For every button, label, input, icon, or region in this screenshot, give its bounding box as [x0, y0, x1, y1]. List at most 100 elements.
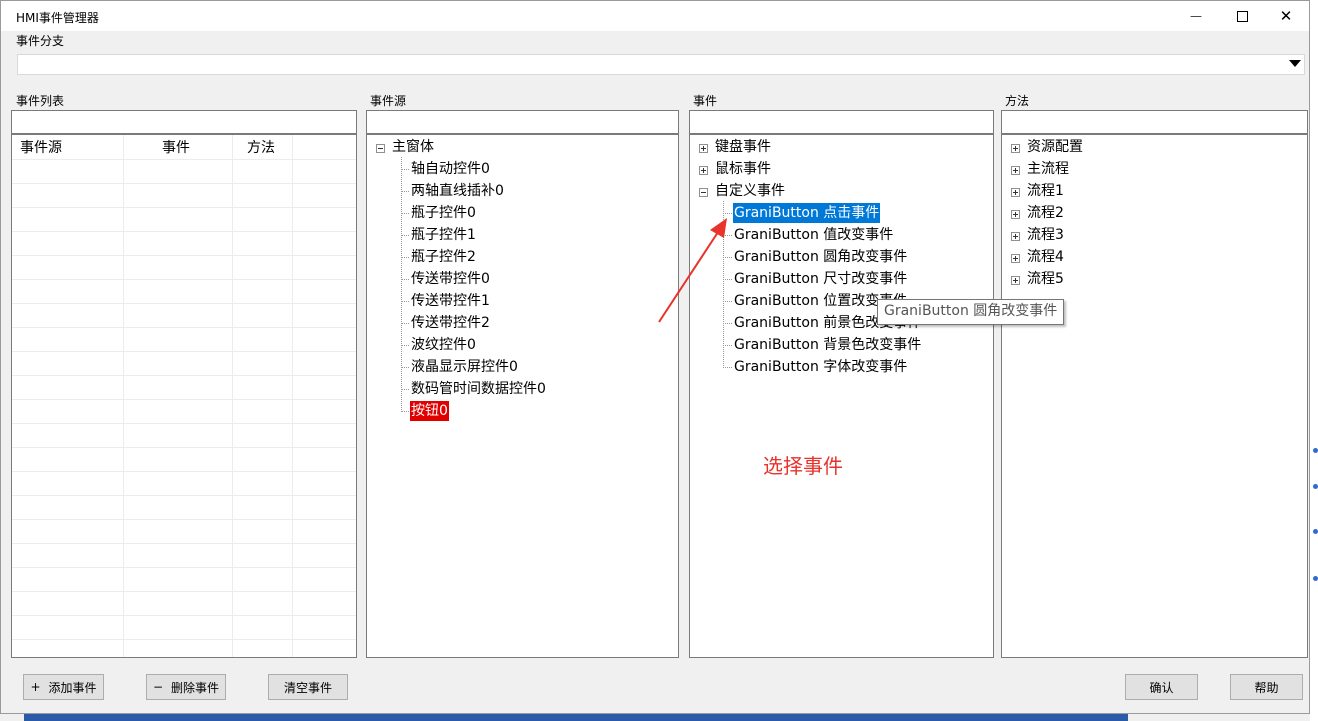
tree-node-method[interactable]: 流程1 — [1026, 181, 1065, 201]
tooltip: GraniButton 圆角改变事件 — [877, 299, 1065, 325]
expand-icon[interactable] — [1011, 276, 1020, 285]
tree-connector — [401, 279, 409, 280]
title-bar[interactable]: HMI事件管理器 — ✕ — [1, 1, 1309, 31]
tree-connector — [401, 235, 409, 236]
minus-icon: − — [152, 680, 164, 694]
expand-icon[interactable] — [1011, 232, 1020, 241]
collapse-icon[interactable] — [699, 188, 708, 197]
tree-node-custom-event[interactable]: GraniButton 字体改变事件 — [733, 357, 908, 377]
background-dot — [1313, 529, 1318, 534]
source-label: 事件源 — [370, 94, 407, 108]
tree-connector — [401, 169, 409, 170]
tree-node-method[interactable]: 主流程 — [1026, 159, 1070, 179]
tree-node-root[interactable]: 主窗体 — [391, 137, 435, 157]
tree-node-custom-event[interactable]: GraniButton 点击事件 — [733, 203, 881, 223]
column-header-source[interactable]: 事件源 — [20, 137, 62, 157]
background-dot — [1313, 448, 1318, 453]
tree-connector — [723, 213, 732, 214]
tree-node-source[interactable]: 瓶子控件1 — [410, 225, 477, 245]
grid-row-line — [12, 591, 356, 592]
minimize-icon: — — [1190, 9, 1202, 23]
minimize-button[interactable]: — — [1173, 1, 1219, 31]
tree-connector — [401, 389, 409, 390]
background-app-edge — [1310, 0, 1318, 721]
branch-select[interactable] — [17, 54, 1305, 75]
tree-node-mouse-events[interactable]: 鼠标事件 — [714, 159, 772, 179]
tree-connector — [401, 367, 409, 368]
window-title: HMI事件管理器 — [16, 11, 99, 25]
tree-node-custom-event[interactable]: GraniButton 尺寸改变事件 — [733, 269, 908, 289]
tree-node-source[interactable]: 传送带控件0 — [410, 269, 491, 289]
grid-row-line — [12, 423, 356, 424]
grid-column-divider — [123, 135, 124, 657]
tree-node-custom-event[interactable]: GraniButton 背景色改变事件 — [733, 335, 922, 355]
grid-row-line — [12, 543, 356, 544]
collapse-icon[interactable] — [376, 144, 385, 153]
expand-icon[interactable] — [699, 144, 708, 153]
tree-node-source[interactable]: 数码管时间数据控件0 — [410, 379, 547, 399]
source-tree[interactable]: 主窗体 轴自动控件0 两轴直线插补0 瓶子控件0 瓶子控件1 瓶子控件2 传送带控件0 传送… — [366, 134, 679, 658]
event-manager-dialog: HMI事件管理器 — ✕ 事件分支 事件列表 事件源 事件 方法 事件源 事件 … — [0, 0, 1310, 714]
methods-filter-input[interactable] — [1001, 110, 1308, 134]
help-button[interactable]: 帮助 — [1230, 674, 1303, 700]
source-filter-input[interactable] — [366, 110, 679, 134]
tree-node-source[interactable]: 按钮0 — [410, 401, 449, 421]
chevron-down-icon[interactable] — [1289, 60, 1301, 67]
tree-node-custom-event[interactable]: GraniButton 圆角改变事件 — [733, 247, 908, 267]
tree-node-source[interactable]: 传送带控件2 — [410, 313, 491, 333]
tree-node-source[interactable]: 瓶子控件0 — [410, 203, 477, 223]
help-label: 帮助 — [1254, 680, 1279, 695]
grid-row-line — [12, 639, 356, 640]
tree-node-source[interactable]: 波纹控件0 — [410, 335, 477, 355]
tree-node-method[interactable]: 流程5 — [1026, 269, 1065, 289]
maximize-button[interactable] — [1219, 1, 1265, 31]
event-list-grid[interactable]: 事件源 事件 方法 — [11, 134, 357, 658]
confirm-label: 确认 — [1149, 680, 1174, 695]
expand-icon[interactable] — [1011, 210, 1020, 219]
delete-event-button[interactable]: − 删除事件 — [146, 674, 226, 700]
grid-row-line — [12, 447, 356, 448]
tree-node-source[interactable]: 瓶子控件2 — [410, 247, 477, 267]
expand-icon[interactable] — [1011, 144, 1020, 153]
tree-connector — [401, 301, 409, 302]
expand-icon[interactable] — [1011, 254, 1020, 263]
event-list-filter-input[interactable] — [11, 110, 357, 134]
tree-node-source[interactable]: 两轴直线插补0 — [410, 181, 505, 201]
column-header-event[interactable]: 事件 — [162, 137, 190, 157]
tree-connector — [723, 345, 732, 346]
delete-event-label: 删除事件 — [171, 680, 220, 695]
add-event-button[interactable]: + 添加事件 — [23, 674, 104, 700]
confirm-button[interactable]: 确认 — [1125, 674, 1198, 700]
methods-tree[interactable]: 资源配置 主流程 流程1 流程2 流程3 流程4 流程5 — [1001, 134, 1308, 658]
events-tree[interactable]: 键盘事件 鼠标事件 自定义事件 GraniButton 点击事件 GraniBut… — [689, 134, 994, 658]
tree-node-method[interactable]: 流程3 — [1026, 225, 1065, 245]
clear-events-button[interactable]: 清空事件 — [268, 674, 348, 700]
tree-node-source[interactable]: 轴自动控件0 — [410, 159, 491, 179]
tree-node-method[interactable]: 流程2 — [1026, 203, 1065, 223]
tree-node-method[interactable]: 流程4 — [1026, 247, 1065, 267]
tree-node-source[interactable]: 液晶显示屏控件0 — [410, 357, 519, 377]
background-dot — [1313, 576, 1318, 581]
grid-row-line — [12, 495, 356, 496]
expand-icon[interactable] — [699, 166, 708, 175]
tree-node-custom-event[interactable]: GraniButton 值改变事件 — [733, 225, 894, 245]
grid-row-line — [12, 327, 356, 328]
grid-row-line — [12, 303, 356, 304]
grid-row-line — [12, 375, 356, 376]
grid-row-line — [12, 351, 356, 352]
tree-node-source[interactable]: 传送带控件1 — [410, 291, 491, 311]
background-dot — [1313, 484, 1318, 489]
column-header-method[interactable]: 方法 — [247, 137, 275, 157]
events-filter-input[interactable] — [689, 110, 994, 134]
expand-icon[interactable] — [1011, 188, 1020, 197]
grid-row-line — [12, 567, 356, 568]
tree-connector — [401, 257, 409, 258]
tree-connector — [401, 323, 409, 324]
grid-row-line — [12, 615, 356, 616]
expand-icon[interactable] — [1011, 166, 1020, 175]
tree-node-keyboard-events[interactable]: 键盘事件 — [714, 137, 772, 157]
grid-row-line — [12, 255, 356, 256]
tree-node-method[interactable]: 资源配置 — [1026, 137, 1084, 157]
close-button[interactable]: ✕ — [1263, 1, 1309, 31]
tree-node-custom-events[interactable]: 自定义事件 — [714, 181, 786, 201]
